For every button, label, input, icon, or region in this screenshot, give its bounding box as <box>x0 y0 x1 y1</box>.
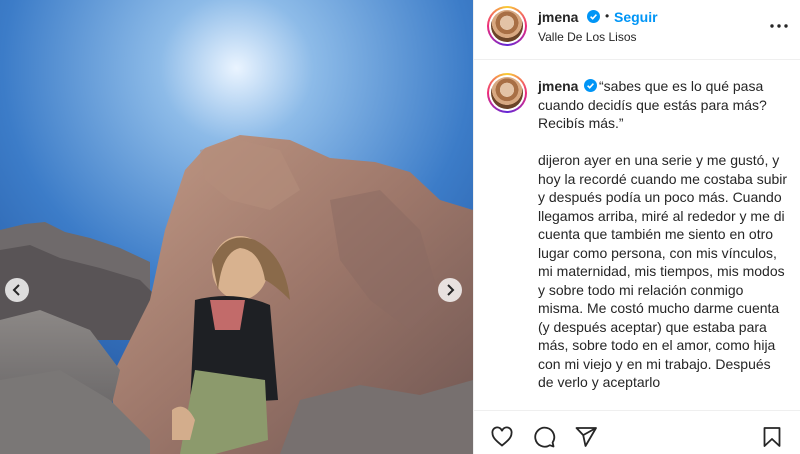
mountain-photo-image <box>0 0 473 454</box>
more-options-icon[interactable] <box>767 14 791 38</box>
comment-button[interactable] <box>532 425 556 449</box>
comment-icon <box>534 426 556 448</box>
save-button[interactable] <box>760 425 784 449</box>
post-side-panel: jmena • Seguir Valle De Los Lisos jmena … <box>473 0 800 454</box>
username-link[interactable]: jmena <box>538 9 578 25</box>
action-bar <box>474 410 800 454</box>
share-icon <box>575 427 597 447</box>
follow-button[interactable]: Seguir <box>614 9 658 25</box>
heart-icon <box>491 426 513 447</box>
like-button[interactable] <box>490 425 514 449</box>
instagram-post: jmena • Seguir Valle De Los Lisos jmena … <box>0 0 800 454</box>
chevron-right-icon <box>447 284 455 296</box>
bookmark-icon <box>763 427 781 447</box>
separator-dot: • <box>605 9 610 23</box>
caption-area: jmena “sabes que es lo qué pasa cuando d… <box>474 60 800 410</box>
share-button[interactable] <box>574 425 598 449</box>
caption-text-block: “sabes que es lo qué pasa cuando decidís… <box>538 77 788 392</box>
post-photo[interactable] <box>0 0 473 454</box>
next-photo-button[interactable] <box>438 278 462 302</box>
chevron-left-icon <box>12 284 20 296</box>
caption-avatar[interactable] <box>487 73 527 113</box>
avatar[interactable] <box>487 6 527 46</box>
verified-badge-icon <box>587 10 600 23</box>
location-link[interactable]: Valle De Los Lisos <box>538 30 637 44</box>
previous-photo-button[interactable] <box>5 278 29 302</box>
caption-text: “sabes que es lo qué pasa cuando decidís… <box>538 78 788 390</box>
post-header: jmena • Seguir Valle De Los Lisos <box>474 0 800 60</box>
